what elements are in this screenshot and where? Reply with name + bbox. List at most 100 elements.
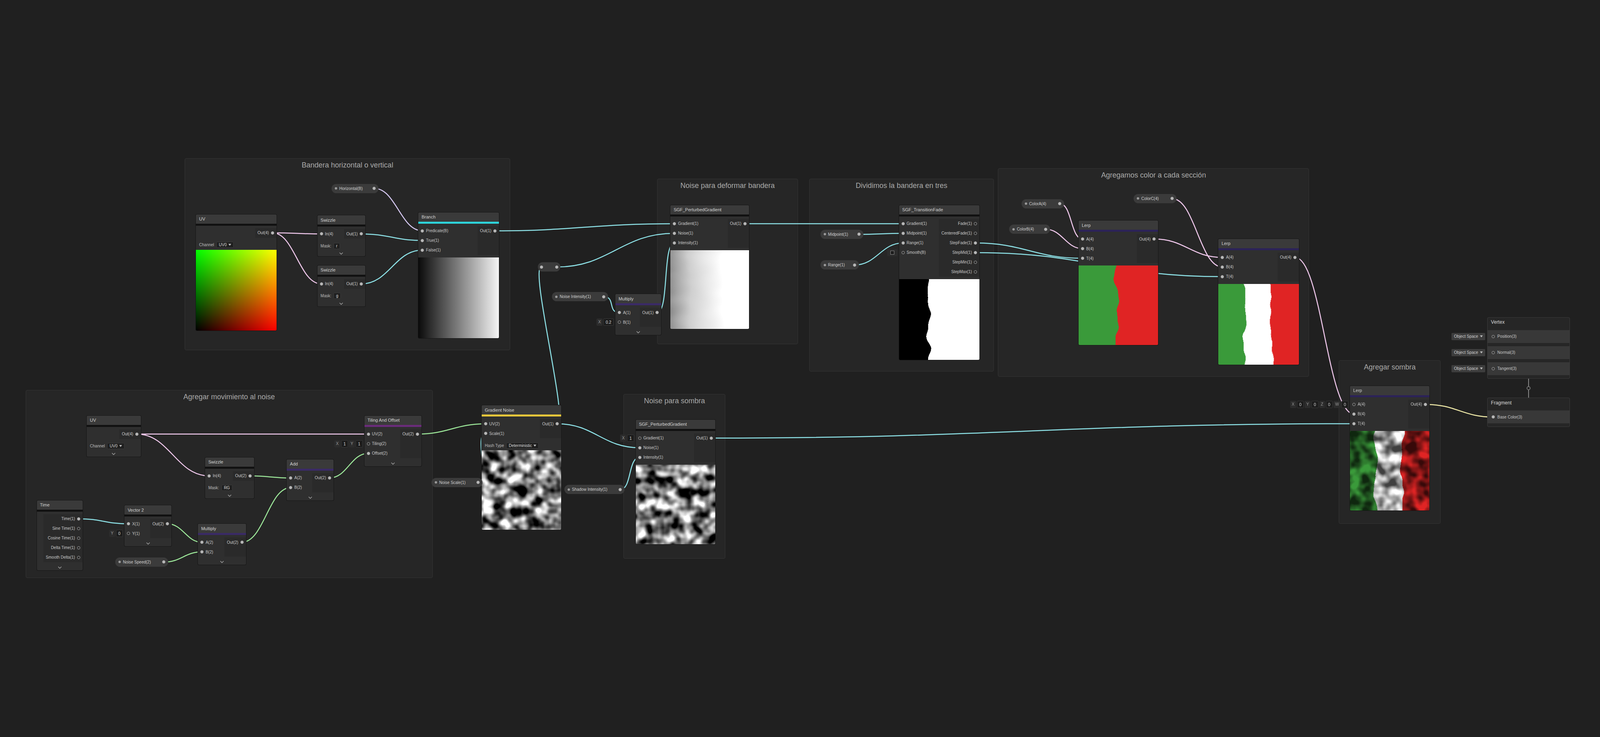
port-dot[interactable] [77,555,81,559]
expand-icon[interactable] [636,330,641,334]
input-port[interactable]: B(2) [286,482,313,493]
output-port[interactable]: CenteredFade(1) [938,228,980,239]
expand-icon[interactable] [146,541,151,545]
port-dot[interactable] [743,221,747,226]
input-port[interactable]: B(4) [1349,409,1409,419]
output-port[interactable]: Delta Time(1) [43,542,83,553]
input-port[interactable]: Noise(1) [670,228,728,239]
property-node[interactable]: Shadow Intensity(1) [564,484,625,494]
graph-node[interactable]: SwizzleIn(4)Out(1)Mask:r [317,215,366,257]
field-value[interactable]: r [333,242,340,249]
graph-node[interactable]: Tiling And OffsetUV(2)Tiling(2)X1Y1Offse… [364,415,422,467]
port-dot[interactable] [857,232,861,236]
port-dot[interactable] [77,526,81,530]
property-node[interactable]: Midpoint(1) [820,229,864,239]
output-port[interactable]: StepFade(1) [938,238,980,248]
port-dot[interactable] [602,295,606,299]
port-dot[interactable] [484,431,488,435]
port-dot[interactable] [319,232,324,236]
output-port[interactable]: Out(4) [1408,399,1430,410]
port-dot[interactable] [476,480,480,484]
redirect-node[interactable] [537,262,561,272]
output-port[interactable]: Sine Time(1) [43,523,83,534]
expand-icon[interactable] [308,496,313,499]
graph-node[interactable]: BranchPredicate(B)True(1)False(1)Out(1) [418,212,499,338]
stack-port[interactable]: Base Color(3) [1487,410,1570,424]
output-port[interactable]: Out(4) [119,429,141,439]
port-dot[interactable] [1220,255,1224,259]
output-port[interactable]: Out(1) [344,278,366,289]
stack-port[interactable]: Tangent(3)Object Space [1487,362,1570,375]
property-node[interactable]: Range(1) [820,260,860,270]
input-port[interactable]: A(4) [1078,234,1137,244]
expand-icon[interactable] [390,462,395,465]
port-dot[interactable] [973,241,978,245]
input-port[interactable]: A(4) [1218,252,1278,263]
port-dot[interactable] [372,186,376,190]
port-dot[interactable] [270,231,275,235]
wire[interactable] [859,233,904,235]
stack-port[interactable]: Normal(3)Object Space [1487,346,1570,359]
expand-row[interactable] [86,450,141,457]
master-stack[interactable]: FragmentBase Color(3) [1487,397,1570,427]
input-port[interactable]: Tiling(2)X1Y1 [364,438,401,449]
port-dot[interactable] [420,229,424,233]
port-dot[interactable] [289,476,293,480]
input-field[interactable]: X1 [620,434,634,442]
wire[interactable] [1154,238,1223,258]
wire[interactable] [136,433,210,476]
input-port[interactable]: Gradient(1) [670,218,728,229]
property-node[interactable]: Noise Intensity(1) [551,291,609,302]
port-dot[interactable] [555,421,559,426]
graph-node[interactable]: SwizzleIn(4)Out(2)Mask:RG [205,457,255,499]
port-dot[interactable] [289,485,293,489]
port-dot[interactable] [973,260,978,264]
expand-row[interactable] [205,492,255,499]
output-port[interactable]: Smooth Delta(1) [43,552,83,562]
input-port[interactable]: X(1) [124,518,151,529]
property-node[interactable]: Noise Scale(1) [431,477,483,487]
expand-icon[interactable] [227,494,232,497]
graph-node[interactable]: Gradient NoiseUV(2)Scale(1)Out(1)Hash Ty… [481,405,562,530]
port-dot[interactable] [319,282,324,286]
port-dot[interactable] [420,248,424,252]
port-dot[interactable] [617,320,621,324]
property-node[interactable]: Horizontal(B) [331,183,379,194]
output-port[interactable]: Out(1) [344,228,366,239]
input-port[interactable]: B(4) [1078,243,1137,254]
port-dot[interactable] [200,549,204,554]
wire[interactable] [272,232,322,284]
input-port[interactable]: B(2) [197,546,225,557]
field-value[interactable]: RG [221,484,233,491]
graph-node[interactable]: UVOut(4)ChannelUV0 [195,214,277,331]
expand-row[interactable] [364,460,422,467]
group-title[interactable]: Dividimos la bandera en tres [855,181,948,192]
graph-node[interactable]: LerpA(4)B(4)T(4)Out(4) [1218,238,1299,365]
input-field[interactable]: Y0 [109,529,123,537]
port-dot[interactable] [240,540,244,544]
port-dot[interactable] [973,250,978,255]
expand-row[interactable] [197,558,246,565]
field-value[interactable]: 0 [1296,400,1305,408]
wire[interactable] [1045,229,1083,249]
input-port[interactable]: A(1) [615,307,640,318]
output-port[interactable]: Out(1) [694,433,716,443]
wire[interactable] [417,423,486,434]
space-dropdown[interactable]: Object Space [1451,348,1486,357]
field-value[interactable]: 0 [1325,400,1334,408]
port-dot[interactable] [1352,402,1356,406]
port-dot[interactable] [415,432,420,436]
port-dot[interactable] [1352,412,1356,416]
input-port[interactable]: Intensity(1) [635,452,695,463]
graph-canvas[interactable]: Bandera horizontal o verticalNoise para … [0,0,1600,737]
toggle-field[interactable] [887,248,898,257]
port-dot[interactable] [672,221,676,226]
group-title[interactable]: Agregar movimiento al noise [183,392,275,403]
output-port[interactable]: Fade(1) [938,218,980,229]
output-port[interactable]: Out(1) [477,225,499,236]
field-value[interactable]: 1 [355,439,363,448]
port-dot[interactable] [1220,274,1224,279]
property-node[interactable]: ColorA(4) [1021,199,1065,209]
port-dot[interactable] [366,432,371,436]
port-dot[interactable] [493,229,497,233]
